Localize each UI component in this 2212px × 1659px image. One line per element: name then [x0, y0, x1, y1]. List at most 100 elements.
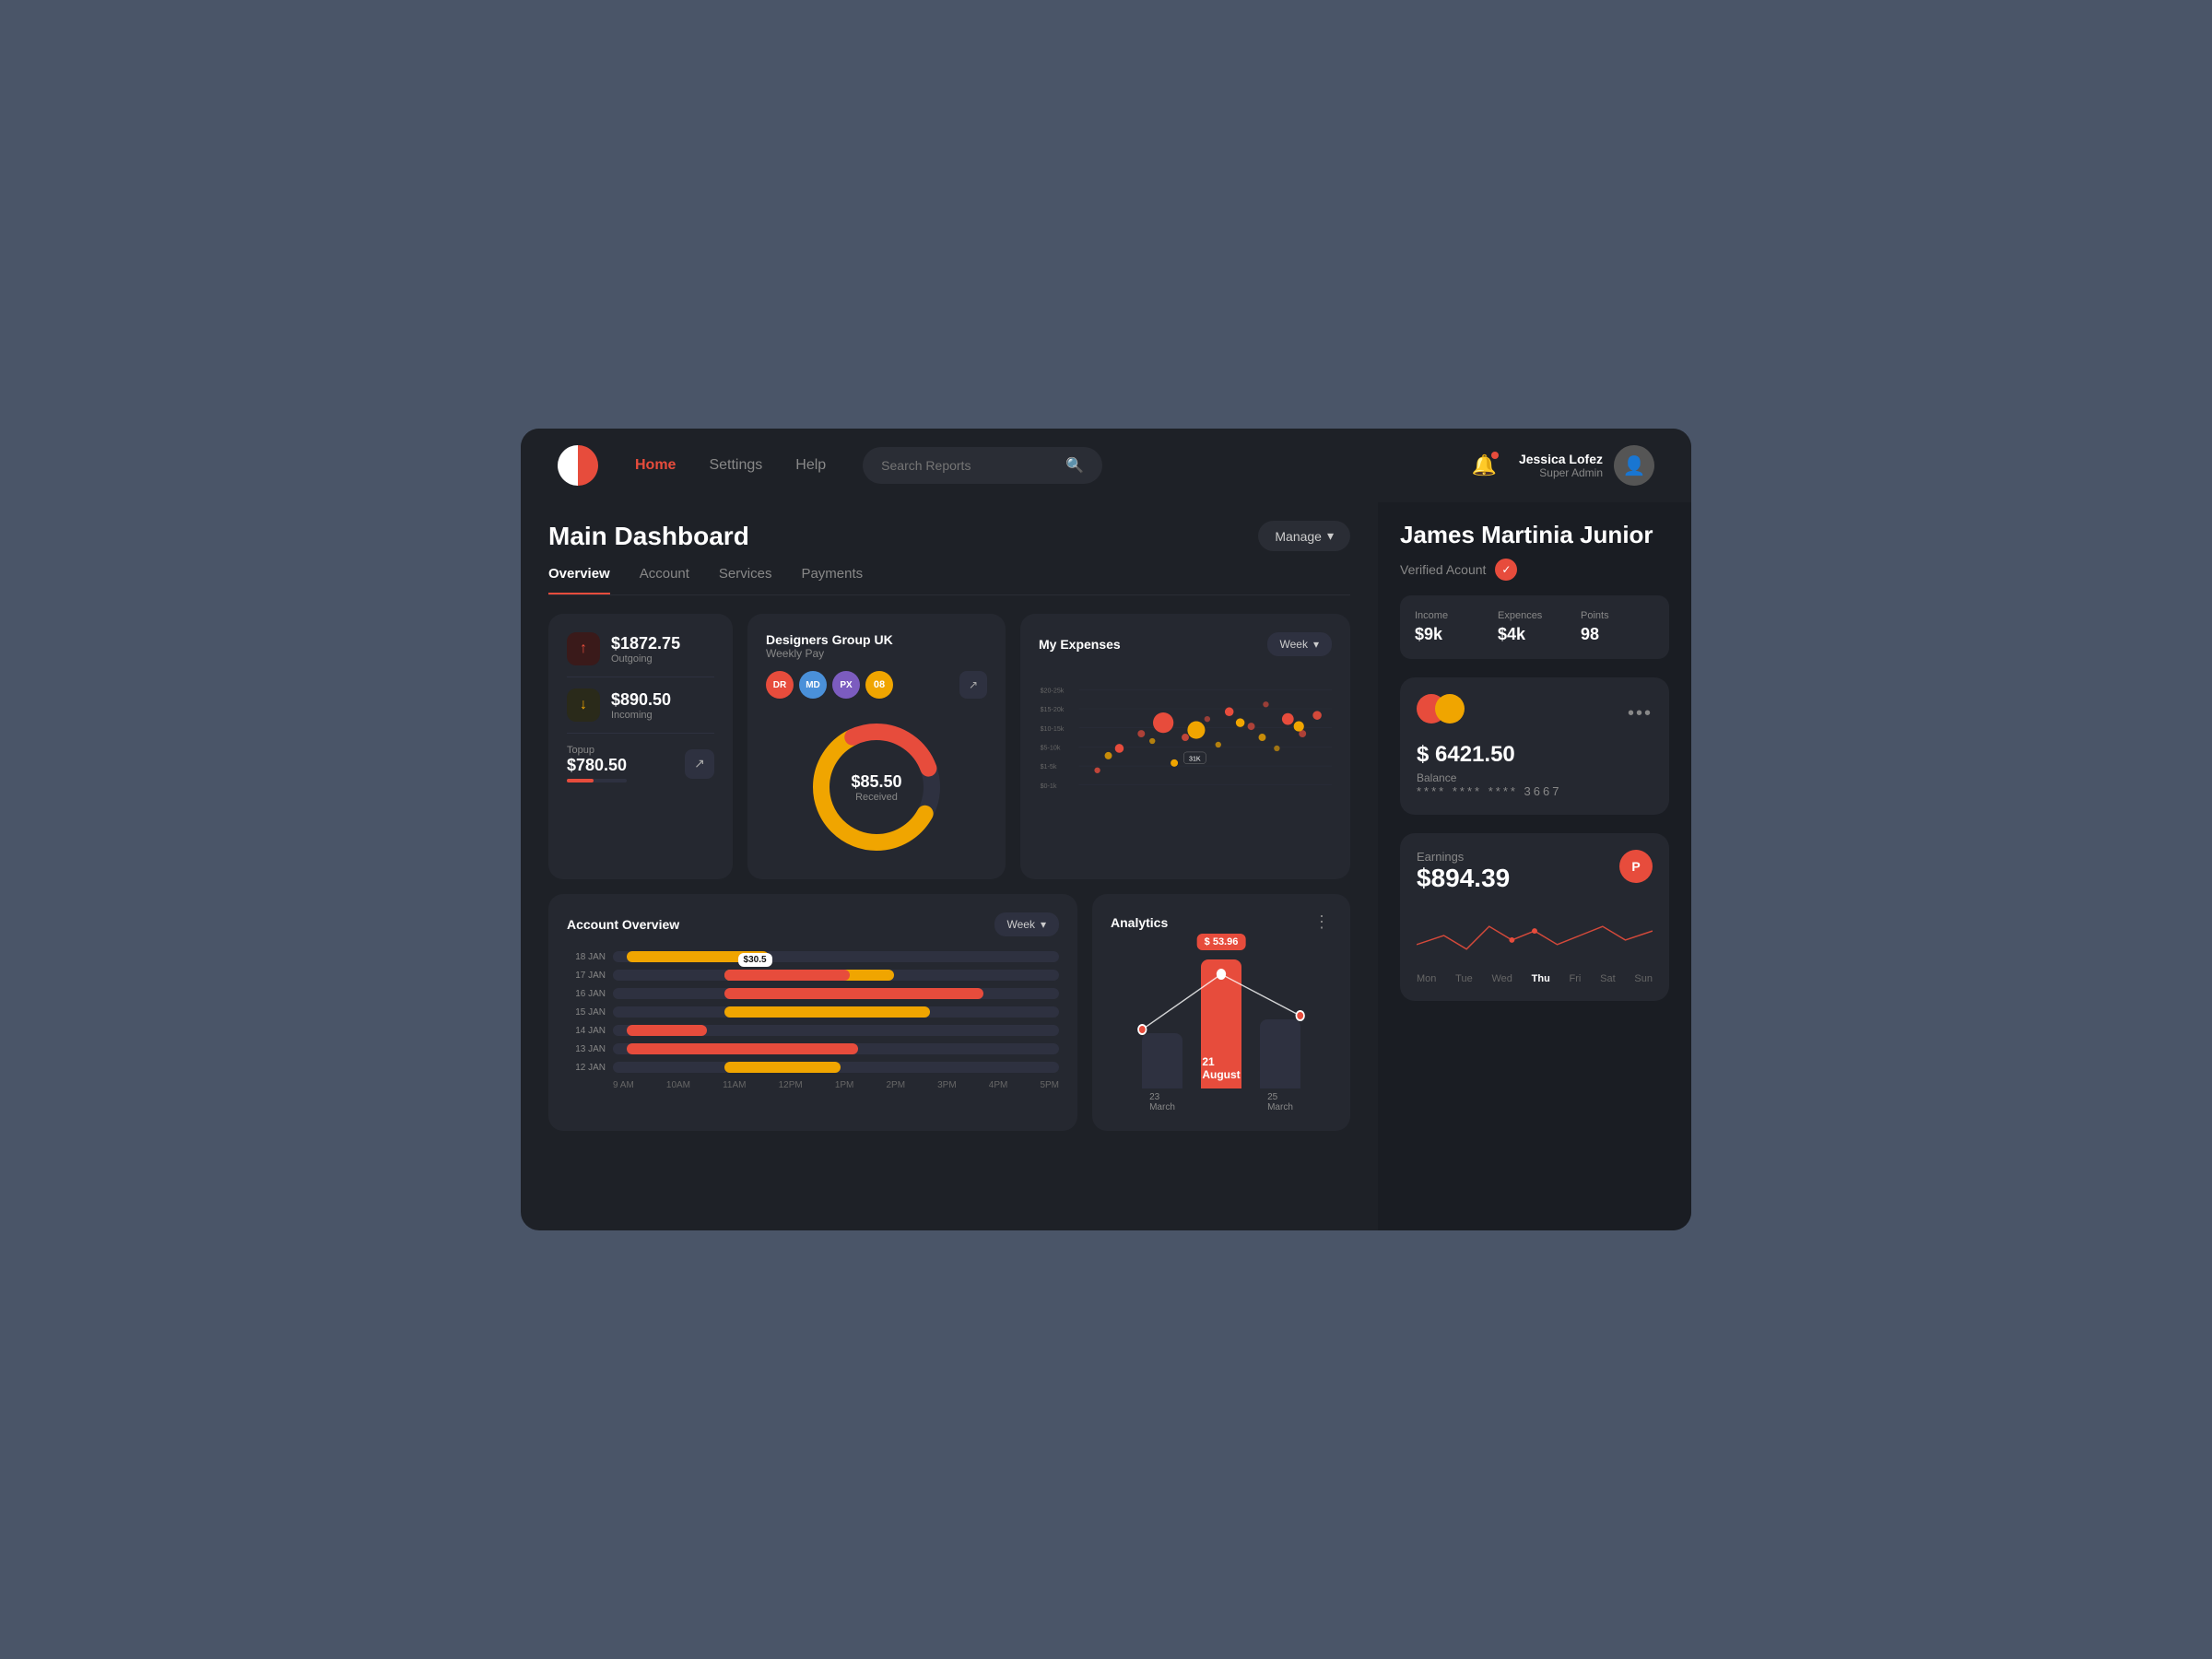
user-role: Super Admin	[1519, 466, 1603, 479]
analytics-card-header: Analytics ⋮	[1111, 912, 1332, 932]
points-value: 98	[1581, 625, 1654, 644]
gantt-bar-red	[724, 970, 850, 981]
gantt-track: $30.5	[613, 970, 1059, 981]
nav-settings[interactable]: Settings	[709, 457, 762, 474]
topup-info: Topup $780.50	[567, 745, 627, 782]
gantt-chart: 18 JAN 17 JAN $30.5	[567, 951, 1059, 1073]
analytics-bar-chart: 23March $ 53.96 21August 21Aug	[1111, 947, 1332, 1112]
gantt-bar-red	[627, 1025, 707, 1036]
logo-icon	[558, 445, 598, 486]
tab-account[interactable]: Account	[640, 566, 689, 594]
card-menu-button[interactable]: •••	[1628, 703, 1653, 724]
user-text: Jessica Lofez Super Admin	[1519, 452, 1603, 479]
gantt-tooltip: $30.5	[738, 953, 772, 967]
gantt-bar-red	[627, 1043, 859, 1054]
gantt-label: 16 JAN	[567, 989, 606, 999]
mc-orange-circle	[1435, 694, 1465, 724]
income-value: $9k	[1415, 625, 1488, 644]
earnings-info: Earnings $894.39	[1417, 850, 1510, 904]
avatar[interactable]: 👤	[1614, 445, 1654, 486]
nav-right: 🔔 Jessica Lofez Super Admin 👤	[1472, 445, 1654, 486]
manage-button[interactable]: Manage ▾	[1258, 521, 1350, 551]
verified-badge-icon: ✓	[1495, 559, 1517, 581]
search-input[interactable]	[881, 458, 1056, 473]
outgoing-icon: ↑	[567, 632, 600, 665]
time-label: 10AM	[666, 1080, 690, 1090]
earnings-amount: $894.39	[1417, 864, 1510, 893]
svg-text:$1-5k: $1-5k	[1041, 763, 1057, 771]
time-label: 2PM	[886, 1080, 905, 1090]
user-name: Jessica Lofez	[1519, 452, 1603, 466]
card-section: ••• $ 6421.50 Balance **** **** **** 366…	[1400, 677, 1669, 815]
scatter-chart: $20-25k $15-20k $10-15k $5-10k $1-5k $0-…	[1039, 667, 1332, 815]
incoming-value: $890.50	[611, 690, 671, 710]
time-label: 3PM	[937, 1080, 957, 1090]
search-bar[interactable]: 🔍	[863, 447, 1102, 484]
donut-sub: Received	[851, 792, 901, 803]
day-wed: Wed	[1491, 973, 1512, 984]
topup-section: Topup $780.50 ↗	[567, 745, 714, 782]
gantt-track	[613, 1006, 1059, 1018]
tab-services[interactable]: Services	[719, 566, 772, 594]
profile-name: James Martinia Junior	[1400, 521, 1669, 549]
time-axis: 9 AM 10AM 11AM 12PM 1PM 2PM 3PM 4PM 5PM	[567, 1080, 1059, 1090]
points-label: Points	[1581, 610, 1654, 621]
earnings-chart	[1417, 908, 1653, 963]
svg-text:$5-10k: $5-10k	[1041, 745, 1061, 752]
earnings-label: Earnings	[1417, 850, 1510, 864]
divider2	[567, 733, 714, 734]
gantt-label: 13 JAN	[567, 1044, 606, 1054]
topup-button[interactable]: ↗	[685, 749, 714, 779]
designers-card: Designers Group UK Weekly Pay DR MD PX 0…	[747, 614, 1006, 879]
topup-label: Topup	[567, 745, 627, 756]
expenses-value: $4k	[1498, 625, 1571, 644]
analytics-label: 23March	[1149, 1092, 1175, 1112]
svg-text:$0-1k: $0-1k	[1041, 782, 1057, 790]
avatar-md: MD	[799, 671, 827, 699]
verified-text: Verified Acount	[1400, 562, 1486, 577]
balance-amount: $ 6421.50	[1417, 742, 1653, 768]
tab-payments[interactable]: Payments	[801, 566, 863, 594]
table-row: 15 JAN	[567, 1006, 1059, 1018]
stat-card: ↑ $1872.75 Outgoing ↓ $890.50 Incoming	[548, 614, 733, 879]
profile-stats: Income $9k Expences $4k Points 98	[1400, 595, 1669, 659]
gantt-track	[613, 951, 1059, 962]
nav-help[interactable]: Help	[795, 457, 826, 474]
outgoing-value: $1872.75	[611, 634, 680, 653]
expenses-card: My Expenses Week ▾ $20-25k $15-20k $10-1…	[1020, 614, 1350, 879]
day-labels: Mon Tue Wed Thu Fri Sat Sun	[1417, 973, 1653, 984]
designers-subtitle: Weekly Pay	[766, 647, 987, 660]
tab-overview[interactable]: Overview	[548, 566, 610, 594]
gantt-label: 12 JAN	[567, 1063, 606, 1073]
mastercard-icon	[1417, 694, 1465, 724]
avatar-count: 08	[865, 671, 893, 699]
gantt-track	[613, 988, 1059, 999]
avatar-dr: DR	[766, 671, 794, 699]
main-content: Main Dashboard Manage ▾ Overview Account…	[521, 502, 1691, 1230]
gantt-label: 14 JAN	[567, 1026, 606, 1036]
outgoing-item: ↑ $1872.75 Outgoing	[567, 632, 714, 665]
analytics-card: Analytics ⋮	[1092, 894, 1350, 1131]
time-label: 4PM	[989, 1080, 1008, 1090]
designers-arrow-button[interactable]: ↗	[959, 671, 987, 699]
notification-bell-icon[interactable]: 🔔	[1472, 453, 1497, 477]
svg-text:$10-15k: $10-15k	[1041, 725, 1065, 733]
analytics-title: Analytics	[1111, 915, 1168, 930]
topup-value: $780.50	[567, 756, 627, 775]
gantt-track	[613, 1062, 1059, 1073]
week-selector[interactable]: Week ▾	[1267, 632, 1333, 656]
balance-label: Balance	[1417, 771, 1653, 784]
right-panel: James Martinia Junior Verified Acount ✓ …	[1378, 502, 1691, 1230]
more-options-button[interactable]: ⋮	[1313, 912, 1332, 932]
search-icon: 🔍	[1065, 456, 1084, 475]
nav-home[interactable]: Home	[635, 457, 676, 474]
verified-row: Verified Acount ✓	[1400, 559, 1669, 581]
account-week-selector[interactable]: Week ▾	[994, 912, 1060, 936]
time-label: 11AM	[723, 1080, 746, 1090]
table-row: 17 JAN $30.5	[567, 970, 1059, 981]
donut-label: $85.50 Received	[851, 772, 901, 803]
incoming-icon: ↓	[567, 688, 600, 722]
tab-nav: Overview Account Services Payments	[548, 566, 1350, 595]
svg-text:$20-25k: $20-25k	[1041, 688, 1065, 695]
gantt-bar-red	[724, 988, 983, 999]
